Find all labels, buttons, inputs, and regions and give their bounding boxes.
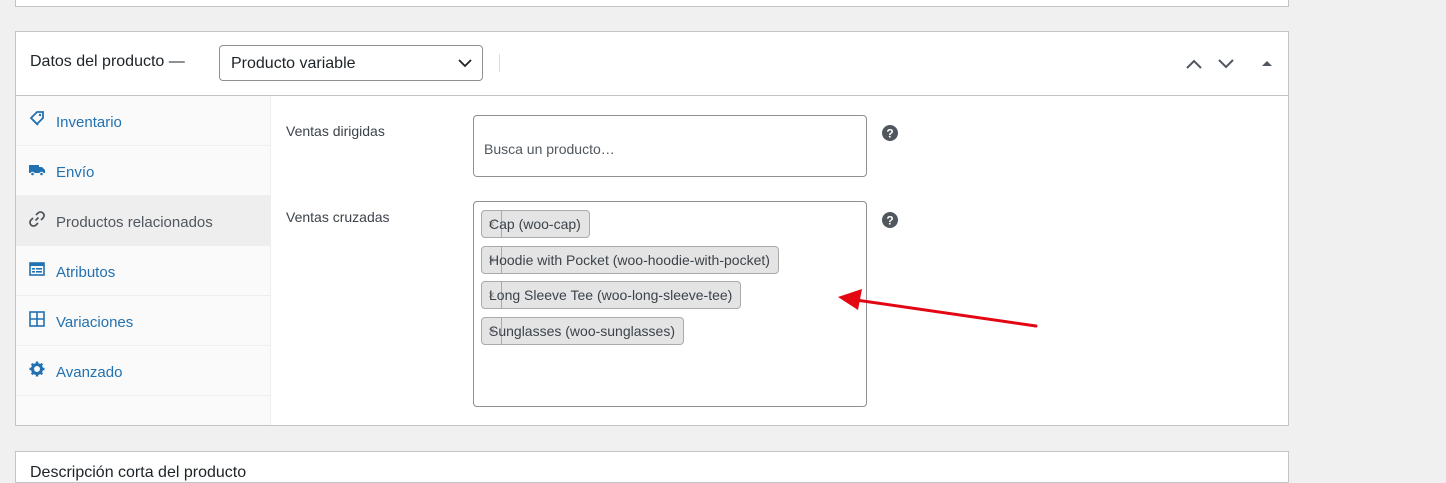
product-type-select[interactable]: Producto variable bbox=[219, 45, 483, 81]
tab-label: Envío bbox=[56, 164, 95, 181]
move-up-button[interactable] bbox=[1184, 54, 1204, 74]
panel-header: Datos del producto — Producto variable bbox=[16, 32, 1288, 96]
tab-label: Inventario bbox=[56, 114, 122, 131]
svg-text:?: ? bbox=[886, 127, 893, 141]
move-down-button[interactable] bbox=[1216, 54, 1236, 74]
cross-sell-chip: × Long Sleeve Tee (woo-long-sleeve-tee) bbox=[481, 281, 742, 309]
tab-envio[interactable]: Envío bbox=[16, 146, 270, 196]
tab-label: Variaciones bbox=[56, 314, 134, 331]
link-icon bbox=[29, 211, 45, 227]
upsells-placeholder: Busca un producto… bbox=[484, 141, 615, 157]
cross-sells-select[interactable]: × Cap (woo-cap) × Hoodie with Pocket (wo… bbox=[473, 201, 867, 407]
truck-icon bbox=[29, 161, 45, 177]
tab-label: Atributos bbox=[56, 264, 116, 281]
chip-label: Sunglasses (woo-sunglasses) bbox=[489, 323, 675, 339]
chevron-down-icon bbox=[1218, 59, 1234, 69]
upsells-search-input[interactable]: Busca un producto… bbox=[473, 115, 867, 177]
chip-label: Hoodie with Pocket (woo-hoodie-with-pock… bbox=[489, 252, 770, 268]
tab-label: Productos relacionados bbox=[56, 214, 213, 231]
product-data-panel: Datos del producto — Producto variable I… bbox=[15, 31, 1289, 426]
help-icon[interactable]: ? bbox=[882, 212, 898, 228]
tag-icon bbox=[29, 111, 45, 127]
chevron-down-icon bbox=[458, 59, 472, 68]
panel-title: Datos del producto — bbox=[30, 53, 185, 70]
upsells-label: Ventas dirigidas bbox=[286, 123, 385, 139]
cross-sell-chip: × Hoodie with Pocket (woo-hoodie-with-po… bbox=[481, 246, 779, 274]
chip-label: Cap (woo-cap) bbox=[489, 216, 581, 232]
chip-label: Long Sleeve Tee (woo-long-sleeve-tee) bbox=[489, 287, 733, 303]
triangle-up-icon bbox=[1262, 61, 1272, 66]
cross-sells-label: Ventas cruzadas bbox=[286, 209, 390, 225]
previous-metabox bbox=[15, 0, 1289, 7]
svg-text:?: ? bbox=[886, 214, 893, 228]
grid-icon bbox=[29, 311, 45, 327]
product-type-value: Producto variable bbox=[231, 55, 356, 72]
tab-variaciones[interactable]: Variaciones bbox=[16, 296, 270, 346]
cross-sell-chip: × Sunglasses (woo-sunglasses) bbox=[481, 317, 684, 345]
tab-label: Avanzado bbox=[56, 364, 123, 381]
header-separator bbox=[499, 54, 500, 72]
metabox-title: Descripción corta del producto bbox=[30, 464, 247, 481]
chevron-up-icon bbox=[1186, 59, 1202, 69]
list-icon bbox=[29, 261, 45, 277]
linked-products-content: Ventas dirigidas Busca un producto… ? Ve… bbox=[271, 96, 1288, 425]
gear-icon bbox=[29, 361, 45, 377]
product-data-tabs: Inventario Envío Productos relacionados … bbox=[16, 96, 271, 425]
tab-productos-relacionados[interactable]: Productos relacionados bbox=[16, 196, 270, 246]
tab-avanzado[interactable]: Avanzado bbox=[16, 346, 270, 396]
cross-sell-chip: × Cap (woo-cap) bbox=[481, 210, 590, 238]
collapse-toggle-button[interactable] bbox=[1257, 54, 1277, 74]
help-icon[interactable]: ? bbox=[882, 125, 898, 141]
tab-atributos[interactable]: Atributos bbox=[16, 246, 270, 296]
short-description-metabox: Descripción corta del producto bbox=[15, 451, 1289, 483]
tab-inventario[interactable]: Inventario bbox=[16, 96, 270, 146]
